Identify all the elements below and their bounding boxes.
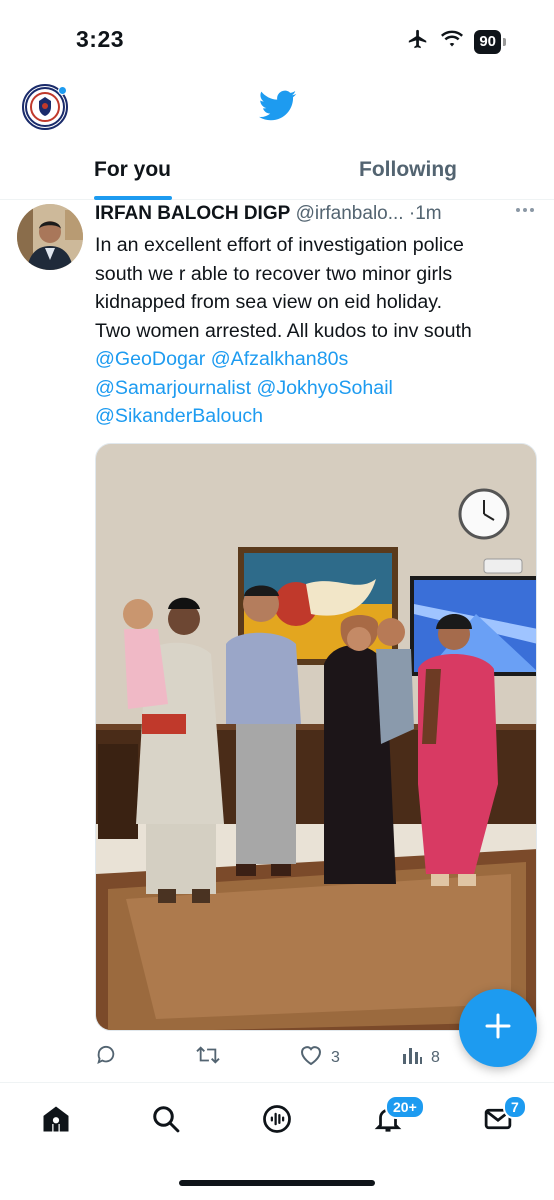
wifi-icon	[440, 29, 464, 54]
messages-badge: 7	[503, 1095, 527, 1119]
mention-link[interactable]: @Afzalkhan80s	[211, 348, 349, 370]
twitter-bird-icon[interactable]	[259, 90, 297, 127]
tab-for-you[interactable]: For you	[94, 158, 171, 182]
tweet-text: In an excellent effort of investigation …	[95, 231, 540, 431]
home-indicator[interactable]	[179, 1180, 375, 1186]
airplane-icon	[406, 28, 430, 55]
compose-button[interactable]	[459, 989, 537, 1067]
tweet-photo[interactable]	[95, 443, 537, 1031]
retweet-button[interactable]	[195, 1044, 229, 1071]
mention-link[interactable]: @SikanderBalouch	[95, 405, 263, 427]
plus-icon	[484, 1012, 512, 1045]
timeline-tabs: For you Following	[0, 150, 554, 200]
tweet-text-line: kidnapped from sea view on eid holiday.	[95, 291, 443, 313]
mention-link[interactable]: @GeoDogar	[95, 348, 205, 370]
notifications-badge: 20+	[385, 1095, 425, 1119]
status-bar: 3:23 90	[0, 0, 554, 70]
tweet-text-line: In an excellent effort of investigation …	[95, 234, 464, 256]
author-name[interactable]: IRFAN BALOCH DIGP	[95, 203, 290, 224]
tweet-timestamp: 1m	[415, 203, 442, 224]
battery-icon: 90	[474, 29, 506, 54]
reply-icon	[95, 1044, 117, 1071]
like-button[interactable]: 3	[299, 1044, 340, 1071]
nav-search[interactable]	[146, 1101, 186, 1141]
like-count: 3	[331, 1048, 340, 1066]
mention-link[interactable]: @JokhyoSohail	[256, 377, 392, 399]
author-avatar[interactable]	[17, 204, 83, 270]
heart-icon	[299, 1044, 323, 1071]
spaces-icon	[262, 1104, 292, 1139]
search-icon	[151, 1104, 181, 1139]
more-options-icon[interactable]	[516, 208, 534, 212]
unread-dot	[58, 86, 67, 95]
tab-following[interactable]: Following	[359, 158, 457, 182]
status-icons: 90	[406, 28, 506, 55]
tweet-header: IRFAN BALOCH DIGP @irfanbalo... ·1m	[95, 203, 540, 225]
reply-button[interactable]	[95, 1044, 125, 1071]
views-button[interactable]: 8	[401, 1044, 440, 1071]
views-icon	[401, 1044, 423, 1071]
timeline-header: For you Following	[0, 70, 554, 200]
status-time: 3:23	[76, 26, 125, 52]
nav-home[interactable]	[36, 1101, 76, 1141]
mention-link[interactable]: @Samarjournalist	[95, 377, 251, 399]
tweet-text-line: south we r able to recover two minor gir…	[95, 262, 453, 285]
views-count: 8	[431, 1048, 440, 1066]
author-handle[interactable]: @irfanbalo...	[296, 203, 404, 224]
battery-level: 90	[474, 29, 501, 54]
tweet-text-line: Two women arrested. All kudos to inv sou…	[95, 319, 472, 342]
home-icon	[41, 1104, 71, 1139]
retweet-icon	[195, 1044, 221, 1071]
active-tab-indicator	[94, 196, 172, 200]
nav-spaces[interactable]	[257, 1101, 297, 1141]
